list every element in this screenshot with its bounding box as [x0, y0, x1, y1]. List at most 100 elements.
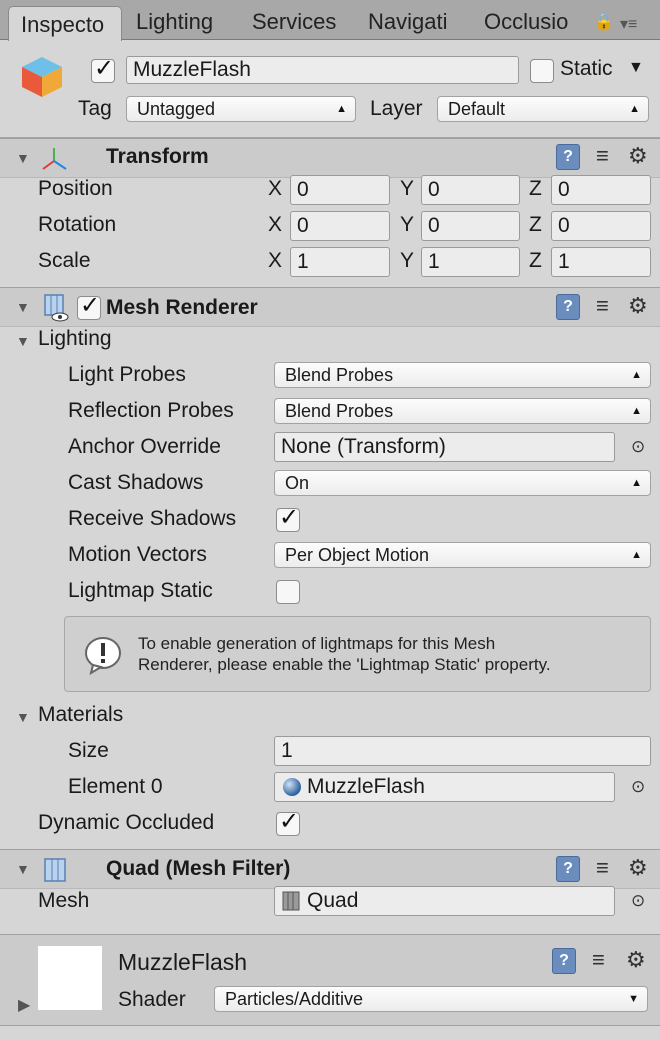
axis-x-label: X	[268, 249, 283, 272]
foldout-arrow-icon[interactable]: ▼	[16, 299, 30, 315]
active-checkbox[interactable]: ✓	[91, 55, 115, 83]
help-book-icon[interactable]: ?	[552, 948, 576, 974]
object-picker-icon[interactable]: ⊙	[631, 437, 645, 457]
tab-lighting[interactable]: Lighting	[124, 4, 242, 40]
tab-inspector[interactable]: Inspecto	[8, 6, 122, 41]
scale-y-field[interactable]: 1	[421, 247, 520, 277]
help-book-icon[interactable]: ?	[556, 294, 580, 320]
lighting-section-label[interactable]: Lighting	[38, 327, 112, 351]
help-book-icon[interactable]: ?	[556, 856, 580, 882]
axis-y-label: Y	[400, 177, 415, 200]
expand-arrow-icon[interactable]: ▶	[18, 995, 30, 1015]
reflection-probes-value: Blend Probes	[285, 401, 394, 421]
motion-vectors-dropdown[interactable]: Per Object Motion ▲	[274, 542, 651, 568]
position-y-field[interactable]: 0	[421, 175, 520, 205]
tag-dropdown[interactable]: Untagged ▲	[126, 96, 356, 122]
foldout-arrow-icon[interactable]: ▼	[16, 861, 30, 877]
foldout-arrow-icon[interactable]: ▼	[16, 150, 30, 166]
rotation-z-field[interactable]: 0	[551, 211, 651, 241]
mesh-renderer-enabled-checkbox[interactable]: ✓	[77, 292, 101, 320]
position-z-field[interactable]: 0	[551, 175, 651, 205]
axis-z-label: Z	[529, 177, 542, 200]
updown-icon: ▲	[336, 103, 347, 115]
help-line-2: Renderer, please enable the 'Lightmap St…	[138, 655, 551, 674]
cast-shadows-dropdown[interactable]: On ▲	[274, 470, 651, 496]
help-line-1: To enable generation of lightmaps for th…	[138, 634, 496, 653]
materials-foldout-icon[interactable]: ▼	[16, 709, 30, 725]
presets-sliders-icon[interactable]: ≡	[596, 143, 609, 169]
mesh-field[interactable]: Quad	[274, 886, 615, 916]
dropdown-arrow-icon: ▼	[628, 993, 639, 1005]
presets-sliders-icon[interactable]: ≡	[596, 293, 609, 319]
dynamic-occluded-checkbox[interactable]: ✓	[276, 808, 300, 836]
layer-dropdown[interactable]: Default ▲	[437, 96, 649, 122]
mesh-label: Mesh	[38, 889, 90, 912]
light-probes-value: Blend Probes	[285, 365, 394, 385]
mesh-renderer-icon	[44, 294, 69, 322]
material-name: MuzzleFlash	[118, 949, 248, 975]
axis-y-label: Y	[400, 249, 415, 272]
axis-y-label: Y	[400, 213, 415, 236]
reflection-probes-dropdown[interactable]: Blend Probes ▲	[274, 398, 651, 424]
presets-sliders-icon[interactable]: ≡	[592, 947, 605, 973]
updown-icon: ▲	[631, 477, 642, 489]
element0-label: Element 0	[68, 775, 163, 798]
axis-x-label: X	[268, 177, 283, 200]
settings-gear-icon[interactable]: ⚙	[628, 143, 648, 169]
tag-value: Untagged	[137, 99, 216, 119]
lock-icon[interactable]: 🔒	[594, 12, 614, 32]
object-picker-icon[interactable]: ⊙	[631, 777, 645, 797]
dynamic-occluded-label: Dynamic Occluded	[38, 811, 215, 834]
axis-x-label: X	[268, 213, 283, 236]
component-title: Transform	[106, 145, 209, 168]
tab-services[interactable]: Services	[240, 4, 352, 40]
presets-sliders-icon[interactable]: ≡	[596, 855, 609, 881]
object-name-input[interactable]: MuzzleFlash	[126, 56, 519, 84]
help-message: To enable generation of lightmaps for th…	[138, 633, 551, 675]
mesh-renderer-header[interactable]: ▼ ✓ Mesh Renderer ? ≡ ⚙	[0, 287, 660, 327]
material-section: ▶ MuzzleFlash Shader Particles/Additive …	[0, 934, 660, 1026]
anchor-override-label: Anchor Override	[68, 435, 221, 458]
tab-menu-icon[interactable]: ▾≡	[620, 14, 637, 34]
rotation-x-field[interactable]: 0	[290, 211, 390, 241]
receive-shadows-checkbox[interactable]: ✓	[276, 504, 300, 532]
lighting-foldout-icon[interactable]: ▼	[16, 333, 30, 349]
updown-icon: ▲	[631, 369, 642, 381]
materials-size-field[interactable]: 1	[274, 736, 651, 766]
axis-z-label: Z	[529, 213, 542, 236]
mesh-filter-header[interactable]: ▼ Quad (Mesh Filter) ? ≡ ⚙	[0, 849, 660, 889]
tab-navigation[interactable]: Navigati	[356, 4, 456, 40]
scale-x-field[interactable]: 1	[290, 247, 390, 277]
anchor-override-field[interactable]: None (Transform)	[274, 432, 615, 462]
light-probes-label: Light Probes	[68, 363, 186, 386]
settings-gear-icon[interactable]: ⚙	[628, 293, 648, 319]
mesh-grid-icon	[282, 891, 300, 911]
rotation-y-field[interactable]: 0	[421, 211, 520, 241]
position-label: Position	[38, 177, 113, 200]
tab-bar: Inspecto Lighting Services Navigati Occl…	[0, 0, 660, 41]
object-picker-icon[interactable]: ⊙	[631, 891, 645, 911]
updown-icon: ▲	[629, 103, 640, 115]
element0-field[interactable]: MuzzleFlash	[274, 772, 615, 802]
shader-dropdown[interactable]: Particles/Additive ▼	[214, 986, 648, 1012]
help-book-icon[interactable]: ?	[556, 144, 580, 170]
lightmap-static-label: Lightmap Static	[68, 579, 213, 602]
component-title: Mesh Renderer	[106, 296, 258, 319]
lightmap-static-checkbox[interactable]	[276, 580, 300, 604]
materials-section-label[interactable]: Materials	[38, 703, 123, 727]
settings-gear-icon[interactable]: ⚙	[626, 947, 646, 973]
light-probes-dropdown[interactable]: Blend Probes ▲	[274, 362, 651, 388]
tab-occlusion[interactable]: Occlusio	[472, 4, 576, 40]
position-x-field[interactable]: 0	[290, 175, 390, 205]
cast-shadows-value: On	[285, 473, 310, 493]
materials-size-label: Size	[68, 739, 109, 762]
scale-z-field[interactable]: 1	[551, 247, 651, 277]
rotation-label: Rotation	[38, 213, 117, 236]
static-checkbox[interactable]	[530, 59, 554, 83]
component-title: Quad (Mesh Filter)	[106, 857, 291, 880]
transform-header[interactable]: ▼ Transform ? ≡ ⚙	[0, 138, 660, 178]
settings-gear-icon[interactable]: ⚙	[628, 855, 648, 881]
static-dropdown-icon[interactable]: ▼	[628, 59, 644, 77]
gameobject-cube-icon	[22, 57, 62, 97]
receive-shadows-label: Receive Shadows	[68, 507, 237, 530]
